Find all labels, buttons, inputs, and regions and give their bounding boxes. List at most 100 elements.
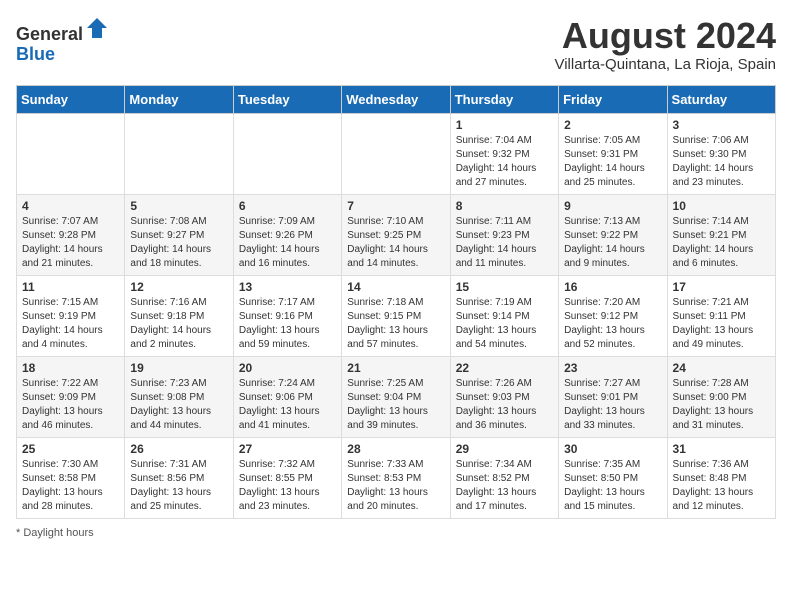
day-number: 2 <box>564 118 661 132</box>
calendar-day-cell: 13 Sunrise: 7:17 AM Sunset: 9:16 PM Dayli… <box>233 275 341 356</box>
day-info: Sunrise: 7:22 AM Sunset: 9:09 PM Dayligh… <box>22 377 119 433</box>
day-number: 16 <box>564 280 661 294</box>
weekday-header-row: SundayMondayTuesdayWednesdayThursdayFrid… <box>17 85 776 113</box>
day-number: 29 <box>456 442 553 456</box>
day-number: 18 <box>22 361 119 375</box>
calendar-day-cell: 2 Sunrise: 7:05 AM Sunset: 9:31 PM Daylig… <box>559 113 667 194</box>
day-number: 1 <box>456 118 553 132</box>
logo-blue: Blue <box>16 44 55 64</box>
calendar-day-cell <box>125 113 233 194</box>
day-info: Sunrise: 7:30 AM Sunset: 8:58 PM Dayligh… <box>22 458 119 514</box>
day-number: 22 <box>456 361 553 375</box>
logo: General Blue <box>16 16 109 65</box>
calendar-day-cell: 6 Sunrise: 7:09 AM Sunset: 9:26 PM Daylig… <box>233 194 341 275</box>
day-number: 20 <box>239 361 336 375</box>
day-number: 13 <box>239 280 336 294</box>
calendar-day-cell: 3Sunrise: 7:06 AM Sunset: 9:30 PM Daylig… <box>667 113 775 194</box>
title-area: August 2024 Villarta-Quintana, La Rioja,… <box>554 16 776 73</box>
day-number: 26 <box>130 442 227 456</box>
calendar-week-row: 25 Sunrise: 7:30 AM Sunset: 8:58 PM Dayli… <box>17 437 776 518</box>
calendar-day-cell: 24Sunrise: 7:28 AM Sunset: 9:00 PM Dayli… <box>667 356 775 437</box>
calendar-day-cell: 12 Sunrise: 7:16 AM Sunset: 9:18 PM Dayli… <box>125 275 233 356</box>
calendar-week-row: 18 Sunrise: 7:22 AM Sunset: 9:09 PM Dayli… <box>17 356 776 437</box>
day-number: 4 <box>22 199 119 213</box>
location-title: Villarta-Quintana, La Rioja, Spain <box>554 56 776 73</box>
day-info: Sunrise: 7:23 AM Sunset: 9:08 PM Dayligh… <box>130 377 227 433</box>
day-info: Sunrise: 7:16 AM Sunset: 9:18 PM Dayligh… <box>130 296 227 352</box>
day-info: Sunrise: 7:07 AM Sunset: 9:28 PM Dayligh… <box>22 215 119 271</box>
weekday-header-cell: Monday <box>125 85 233 113</box>
day-info: Sunrise: 7:27 AM Sunset: 9:01 PM Dayligh… <box>564 377 661 433</box>
day-info: Sunrise: 7:17 AM Sunset: 9:16 PM Dayligh… <box>239 296 336 352</box>
day-number: 17 <box>673 280 770 294</box>
header: General Blue August 2024 Villarta-Quinta… <box>16 16 776 73</box>
day-number: 25 <box>22 442 119 456</box>
calendar-week-row: 4 Sunrise: 7:07 AM Sunset: 9:28 PM Daylig… <box>17 194 776 275</box>
calendar-day-cell: 21 Sunrise: 7:25 AM Sunset: 9:04 PM Dayli… <box>342 356 450 437</box>
calendar-day-cell: 19Sunrise: 7:23 AM Sunset: 9:08 PM Dayli… <box>125 356 233 437</box>
logo-general: General <box>16 24 83 44</box>
day-info: Sunrise: 7:35 AM Sunset: 8:50 PM Dayligh… <box>564 458 661 514</box>
day-number: 9 <box>564 199 661 213</box>
day-number: 6 <box>239 199 336 213</box>
calendar-day-cell: 8 Sunrise: 7:11 AM Sunset: 9:23 PM Daylig… <box>450 194 558 275</box>
calendar-day-cell: 7Sunrise: 7:10 AM Sunset: 9:25 PM Daylig… <box>342 194 450 275</box>
day-number: 21 <box>347 361 444 375</box>
weekday-header-cell: Friday <box>559 85 667 113</box>
calendar-day-cell: 28 Sunrise: 7:33 AM Sunset: 8:53 PM Dayli… <box>342 437 450 518</box>
day-number: 27 <box>239 442 336 456</box>
day-number: 11 <box>22 280 119 294</box>
calendar-day-cell: 25 Sunrise: 7:30 AM Sunset: 8:58 PM Dayli… <box>17 437 125 518</box>
calendar-day-cell: 22 Sunrise: 7:26 AM Sunset: 9:03 PM Dayli… <box>450 356 558 437</box>
calendar-day-cell: 20 Sunrise: 7:24 AM Sunset: 9:06 PM Dayli… <box>233 356 341 437</box>
day-info: Sunrise: 7:04 AM Sunset: 9:32 PM Dayligh… <box>456 134 553 190</box>
calendar-day-cell: 31Sunrise: 7:36 AM Sunset: 8:48 PM Dayli… <box>667 437 775 518</box>
calendar-day-cell: 29 Sunrise: 7:34 AM Sunset: 8:52 PM Dayli… <box>450 437 558 518</box>
calendar-day-cell: 11 Sunrise: 7:15 AM Sunset: 9:19 PM Dayli… <box>17 275 125 356</box>
calendar-week-row: 11 Sunrise: 7:15 AM Sunset: 9:19 PM Dayli… <box>17 275 776 356</box>
calendar-day-cell: 15Sunrise: 7:19 AM Sunset: 9:14 PM Dayli… <box>450 275 558 356</box>
day-number: 12 <box>130 280 227 294</box>
day-info: Sunrise: 7:09 AM Sunset: 9:26 PM Dayligh… <box>239 215 336 271</box>
day-number: 14 <box>347 280 444 294</box>
calendar-day-cell: 17 Sunrise: 7:21 AM Sunset: 9:11 PM Dayli… <box>667 275 775 356</box>
day-info: Sunrise: 7:05 AM Sunset: 9:31 PM Dayligh… <box>564 134 661 190</box>
day-number: 28 <box>347 442 444 456</box>
day-info: Sunrise: 7:08 AM Sunset: 9:27 PM Dayligh… <box>130 215 227 271</box>
day-number: 31 <box>673 442 770 456</box>
weekday-header-cell: Saturday <box>667 85 775 113</box>
calendar-day-cell: 30 Sunrise: 7:35 AM Sunset: 8:50 PM Dayli… <box>559 437 667 518</box>
day-info: Sunrise: 7:25 AM Sunset: 9:04 PM Dayligh… <box>347 377 444 433</box>
calendar-day-cell: 5 Sunrise: 7:08 AM Sunset: 9:27 PM Daylig… <box>125 194 233 275</box>
day-info: Sunrise: 7:33 AM Sunset: 8:53 PM Dayligh… <box>347 458 444 514</box>
day-info: Sunrise: 7:34 AM Sunset: 8:52 PM Dayligh… <box>456 458 553 514</box>
calendar-day-cell <box>342 113 450 194</box>
day-number: 30 <box>564 442 661 456</box>
calendar-day-cell: 26 Sunrise: 7:31 AM Sunset: 8:56 PM Dayli… <box>125 437 233 518</box>
day-info: Sunrise: 7:21 AM Sunset: 9:11 PM Dayligh… <box>673 296 770 352</box>
day-info: Sunrise: 7:11 AM Sunset: 9:23 PM Dayligh… <box>456 215 553 271</box>
calendar-day-cell: 16Sunrise: 7:20 AM Sunset: 9:12 PM Dayli… <box>559 275 667 356</box>
weekday-header-cell: Thursday <box>450 85 558 113</box>
day-info: Sunrise: 7:24 AM Sunset: 9:06 PM Dayligh… <box>239 377 336 433</box>
day-number: 8 <box>456 199 553 213</box>
day-info: Sunrise: 7:18 AM Sunset: 9:15 PM Dayligh… <box>347 296 444 352</box>
day-info: Sunrise: 7:32 AM Sunset: 8:55 PM Dayligh… <box>239 458 336 514</box>
day-number: 23 <box>564 361 661 375</box>
calendar-day-cell: 10Sunrise: 7:14 AM Sunset: 9:21 PM Dayli… <box>667 194 775 275</box>
day-info: Sunrise: 7:28 AM Sunset: 9:00 PM Dayligh… <box>673 377 770 433</box>
day-info: Sunrise: 7:31 AM Sunset: 8:56 PM Dayligh… <box>130 458 227 514</box>
weekday-header-cell: Sunday <box>17 85 125 113</box>
calendar-day-cell: 1 Sunrise: 7:04 AM Sunset: 9:32 PM Daylig… <box>450 113 558 194</box>
day-info: Sunrise: 7:06 AM Sunset: 9:30 PM Dayligh… <box>673 134 770 190</box>
footer-note: * Daylight hours <box>16 527 776 539</box>
calendar-day-cell: 27 Sunrise: 7:32 AM Sunset: 8:55 PM Dayli… <box>233 437 341 518</box>
day-number: 5 <box>130 199 227 213</box>
calendar-day-cell: 23 Sunrise: 7:27 AM Sunset: 9:01 PM Dayli… <box>559 356 667 437</box>
day-info: Sunrise: 7:14 AM Sunset: 9:21 PM Dayligh… <box>673 215 770 271</box>
weekday-header-cell: Wednesday <box>342 85 450 113</box>
day-info: Sunrise: 7:15 AM Sunset: 9:19 PM Dayligh… <box>22 296 119 352</box>
calendar-week-row: 1 Sunrise: 7:04 AM Sunset: 9:32 PM Daylig… <box>17 113 776 194</box>
day-number: 7 <box>347 199 444 213</box>
day-info: Sunrise: 7:26 AM Sunset: 9:03 PM Dayligh… <box>456 377 553 433</box>
